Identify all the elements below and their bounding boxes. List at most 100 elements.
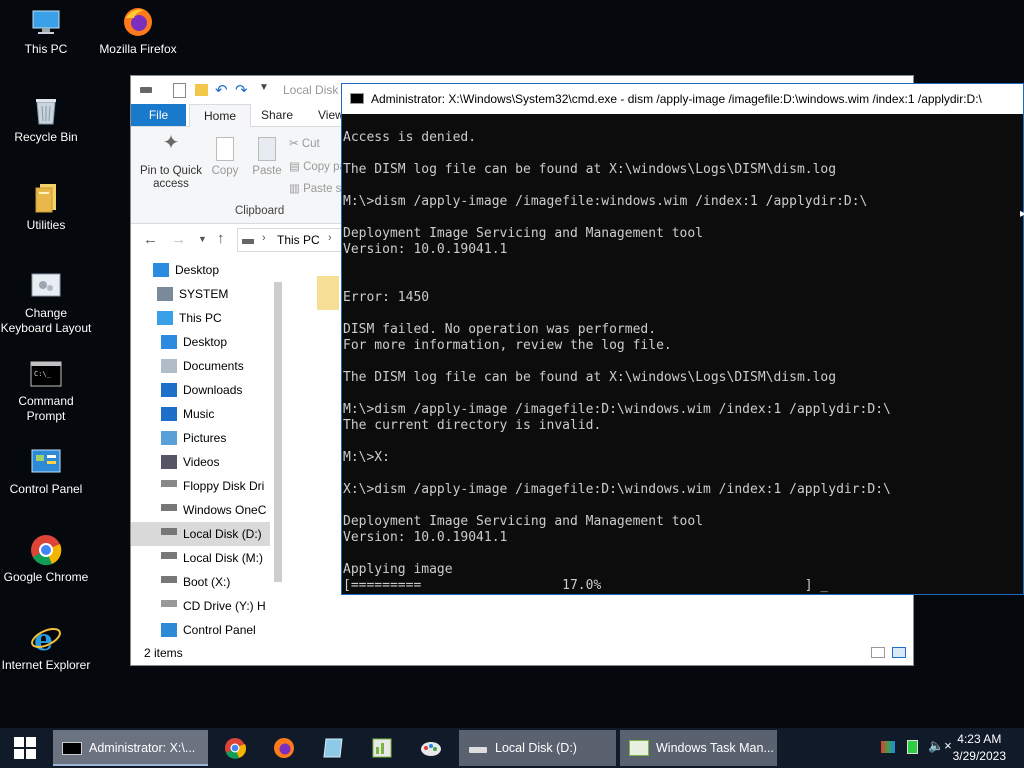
nav-item-label: Control Panel <box>183 623 256 637</box>
forward-arrow-icon[interactable]: → <box>171 231 186 248</box>
documents-icon <box>161 358 177 373</box>
speaker-muted-icon[interactable]: 🔈× <box>928 738 952 754</box>
nav-item-label: Pictures <box>183 431 227 445</box>
nav-item[interactable]: Music <box>131 402 270 426</box>
console-line: The current directory is invalid. <box>343 418 602 433</box>
new-folder-icon[interactable] <box>195 84 208 96</box>
scissors-icon: ✂ <box>289 138 299 150</box>
cut-button[interactable]: ✂ Cut <box>289 136 320 150</box>
undo-icon[interactable]: ↶ <box>215 81 228 99</box>
battery-icon[interactable] <box>907 740 918 754</box>
console-line: M:\>X: <box>343 450 390 465</box>
nav-item[interactable]: This PC <box>131 306 270 330</box>
nav-item-label: Local Disk (M:) <box>183 551 264 565</box>
desktop-icon-control-panel[interactable]: Control Panel <box>0 446 92 497</box>
nav-item[interactable]: Local Disk (M:) <box>131 546 270 570</box>
nav-item[interactable]: Boot (X:) <box>131 570 270 594</box>
keyboard-layout-icon <box>30 270 62 302</box>
cmd-titlebar[interactable]: Administrator: X:\Windows\System32\cmd.e… <box>342 84 1023 114</box>
nav-item[interactable]: Local Disk (D:) <box>131 522 270 546</box>
display-color-icon[interactable] <box>881 741 895 753</box>
paste-icon <box>258 137 276 161</box>
paste-button[interactable]: Paste <box>249 137 285 178</box>
command-prompt-window[interactable]: Administrator: X:\Windows\System32\cmd.e… <box>341 83 1024 595</box>
desktop-icon-label: Recycle Bin <box>14 130 78 144</box>
drive-icon <box>469 747 487 753</box>
taskbar-pin-notepad[interactable] <box>310 728 356 768</box>
desktop-icon-recycle-bin[interactable]: Recycle Bin <box>0 94 92 145</box>
taskbar-pin-chrome[interactable] <box>212 728 258 768</box>
recent-locations-icon[interactable]: ▼ <box>198 234 207 244</box>
details-view-icon[interactable] <box>871 647 885 658</box>
taskbar-task-task-manager[interactable]: Windows Task Man... <box>620 730 777 766</box>
command-prompt-icon <box>62 742 82 755</box>
desktop-icon-keyboard-layout[interactable]: Change Keyboard Layout <box>0 270 92 336</box>
nav-item[interactable]: Floppy Disk Dri <box>131 474 270 498</box>
start-button[interactable] <box>0 728 50 768</box>
breadcrumb[interactable]: This PC <box>277 233 320 247</box>
taskbar-pin-firefox[interactable] <box>261 728 307 768</box>
breadcrumb-separator-icon: › <box>328 232 332 244</box>
control-panel-icon <box>30 446 62 478</box>
pin-quick-access-button[interactable]: ✦ Pin to Quick access <box>135 133 207 191</box>
scrollbar-thumb[interactable] <box>274 282 282 582</box>
nav-item[interactable]: Videos <box>131 450 270 474</box>
redo-icon[interactable]: ↷ <box>235 81 248 99</box>
nav-item[interactable]: Control Panel <box>131 618 270 642</box>
desktop-icon <box>153 262 169 277</box>
back-arrow-icon[interactable]: ← <box>143 231 158 248</box>
nav-item-label: Downloads <box>183 383 243 397</box>
desktop-icon-internet-explorer[interactable]: e Internet Explorer <box>0 622 92 673</box>
videos-icon <box>161 454 177 469</box>
properties-icon[interactable] <box>173 83 186 98</box>
console-line: Access is denied. <box>343 130 477 145</box>
taskbar-task-command-prompt[interactable]: Administrator: X:\... <box>53 730 208 766</box>
taskbar-pin-registry-editor[interactable] <box>359 728 405 768</box>
window-edge-cursor-icon: ▸ <box>1020 206 1024 220</box>
nav-item[interactable]: Desktop <box>131 330 270 354</box>
desktop-icon-label: Command Prompt <box>18 394 74 423</box>
copy-path-icon: ▤ <box>289 161 300 173</box>
nav-item[interactable]: Desktop <box>131 258 270 282</box>
nav-item[interactable]: CD Drive (Y:) H <box>131 594 270 618</box>
taskbar-pin-paint[interactable] <box>408 728 454 768</box>
navigation-scrollbar[interactable]: ⌄ <box>270 264 286 648</box>
clock[interactable]: 4:23 AM 3/29/2023 <box>953 731 1006 765</box>
nav-item[interactable]: Windows OneC <box>131 498 270 522</box>
status-bar: 2 items <box>131 641 913 665</box>
cmd-output[interactable]: Access is denied. The DISM log file can b… <box>342 130 1023 594</box>
svg-text:e: e <box>34 623 53 654</box>
drive-icon <box>161 504 177 512</box>
desktop-icon-command-prompt[interactable]: C:\_ Command Prompt <box>0 358 92 424</box>
folder-item[interactable] <box>317 276 339 310</box>
taskbar-task-local-disk[interactable]: Local Disk (D:) <box>459 730 616 766</box>
console-line: DISM failed. No operation was performed. <box>343 322 657 337</box>
console-line: Version: 10.0.19041.1 <box>343 530 508 545</box>
desktop-icon-firefox[interactable]: Mozilla Firefox <box>92 6 184 57</box>
task-manager-icon <box>629 740 649 756</box>
tab-home[interactable]: Home <box>189 104 252 127</box>
tab-share[interactable]: Share <box>247 104 307 126</box>
nav-item-label: Boot (X:) <box>183 575 231 589</box>
up-arrow-icon[interactable]: ↑ <box>217 230 225 247</box>
nav-item[interactable]: Downloads <box>131 378 270 402</box>
nav-item[interactable]: Pictures <box>131 426 270 450</box>
tab-file[interactable]: File <box>131 104 186 126</box>
nav-item[interactable]: SYSTEM <box>131 282 270 306</box>
desktop-icon-utilities[interactable]: Utilities <box>0 182 92 233</box>
desktop-icon-chrome[interactable]: Google Chrome <box>0 534 92 585</box>
chevron-down-icon[interactable]: ▼ <box>259 82 269 93</box>
copy-button[interactable]: Copy <box>207 137 243 178</box>
nav-item[interactable]: Documents <box>131 354 270 378</box>
console-line: [========= 17.0% ] _ <box>343 578 829 593</box>
cut-label: Cut <box>301 138 320 150</box>
address-field[interactable]: › This PC › <box>237 228 347 252</box>
nav-item-label: Desktop <box>183 335 228 349</box>
large-icons-view-icon[interactable] <box>892 647 906 658</box>
desktop-icon-this-pc[interactable]: This PC <box>0 6 92 57</box>
